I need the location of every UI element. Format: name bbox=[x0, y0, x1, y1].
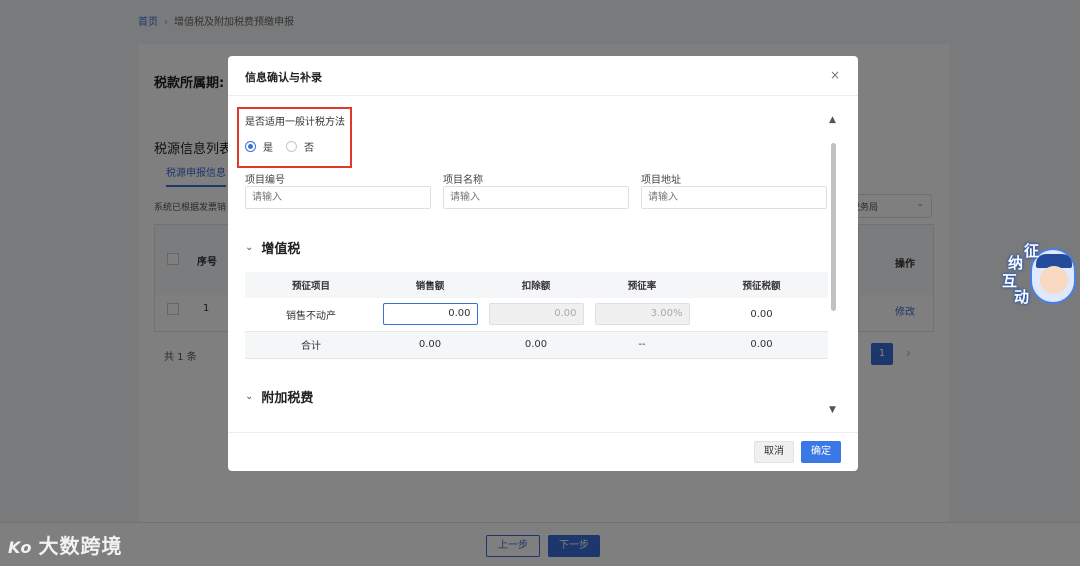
total-deduction-cell: 0.00 bbox=[483, 331, 589, 359]
project-name-label: 项目名称 bbox=[443, 175, 483, 186]
table-total-row: 合计 0.00 0.00 -- 0.00 bbox=[245, 331, 828, 359]
widget-char-1: 征 bbox=[1024, 242, 1040, 260]
vat-table: 预征项目 销售额 扣除额 预征率 预征税额 销售不动产 0.00 0.00 3.… bbox=[245, 272, 828, 359]
close-icon[interactable]: × bbox=[830, 68, 840, 82]
radio-yes-icon bbox=[245, 141, 256, 152]
avatar bbox=[1040, 266, 1068, 294]
dialog-scrollbar[interactable]: ▲ ▼ bbox=[828, 113, 840, 419]
project-address-input[interactable] bbox=[641, 186, 827, 209]
cancel-button[interactable]: 取消 bbox=[754, 441, 794, 463]
prepay-tax-cell: 0.00 bbox=[695, 298, 828, 332]
scrollbar-thumb[interactable] bbox=[831, 143, 836, 311]
vat-header-tax: 预征税额 bbox=[695, 272, 828, 298]
vat-header-sales: 销售额 bbox=[377, 272, 483, 298]
radio-no-label: 否 bbox=[304, 143, 314, 154]
vat-header-item: 预征项目 bbox=[245, 272, 377, 298]
info-confirm-dialog: 信息确认与补录 × 是否适用一般计税方法 是 否 项目编号 项目名称 项目地址 … bbox=[228, 56, 858, 471]
widget-char-4: 动 bbox=[1014, 288, 1030, 306]
sales-amount-input[interactable]: 0.00 bbox=[382, 303, 478, 326]
vat-section-toggle[interactable]: ⌄ 增值税 bbox=[245, 238, 300, 257]
confirm-button[interactable]: 确定 bbox=[801, 441, 841, 463]
total-sales-cell: 0.00 bbox=[377, 331, 483, 359]
table-row: 销售不动产 0.00 0.00 3.00% 0.00 bbox=[245, 298, 828, 332]
dialog-title: 信息确认与补录 bbox=[245, 71, 322, 84]
project-code-input[interactable] bbox=[245, 186, 431, 209]
project-name-input[interactable] bbox=[443, 186, 629, 209]
total-label-cell: 合计 bbox=[245, 331, 377, 359]
dialog-body: 是否适用一般计税方法 是 否 项目编号 项目名称 项目地址 ⌄ 增值税 预征项目 bbox=[228, 97, 858, 432]
surcharge-section-title: 附加税费 bbox=[261, 391, 314, 406]
surcharge-section-toggle[interactable]: ⌄ 附加税费 bbox=[245, 387, 313, 406]
vat-table-header-row: 预征项目 销售额 扣除额 预征率 预征税额 bbox=[245, 272, 828, 298]
watermark-text: 大数跨境 bbox=[38, 534, 123, 558]
radio-yes-label: 是 bbox=[263, 143, 273, 154]
vat-header-rate: 预征率 bbox=[589, 272, 695, 298]
dialog-footer: 取消 确定 bbox=[228, 432, 858, 471]
radio-yes[interactable]: 是 bbox=[245, 139, 273, 154]
interaction-widget[interactable]: 征 纳 互 动 bbox=[1002, 240, 1078, 308]
scroll-up-icon[interactable]: ▲ bbox=[829, 115, 836, 125]
vat-item-cell: 销售不动产 bbox=[245, 298, 377, 332]
radio-no[interactable]: 否 bbox=[286, 139, 314, 154]
total-tax-cell: 0.00 bbox=[695, 331, 828, 359]
vat-header-deduction: 扣除额 bbox=[483, 272, 589, 298]
total-rate-cell: -- bbox=[589, 331, 695, 359]
general-method-label: 是否适用一般计税方法 bbox=[245, 117, 345, 128]
project-address-label: 项目地址 bbox=[641, 175, 681, 186]
scroll-down-icon[interactable]: ▼ bbox=[829, 405, 836, 415]
prepay-rate-input: 3.00% bbox=[594, 303, 690, 326]
deduction-amount-input: 0.00 bbox=[488, 303, 584, 326]
watermark: Ko 大数跨境 bbox=[8, 530, 123, 559]
vat-section-title: 增值税 bbox=[261, 242, 301, 257]
chevron-down-icon: ⌄ bbox=[245, 391, 254, 402]
dialog-header: 信息确认与补录 × bbox=[228, 56, 858, 96]
watermark-logo: Ko bbox=[8, 538, 33, 557]
project-code-label: 项目编号 bbox=[245, 175, 285, 186]
radio-no-icon bbox=[286, 141, 297, 152]
chevron-down-icon: ⌄ bbox=[245, 242, 254, 253]
